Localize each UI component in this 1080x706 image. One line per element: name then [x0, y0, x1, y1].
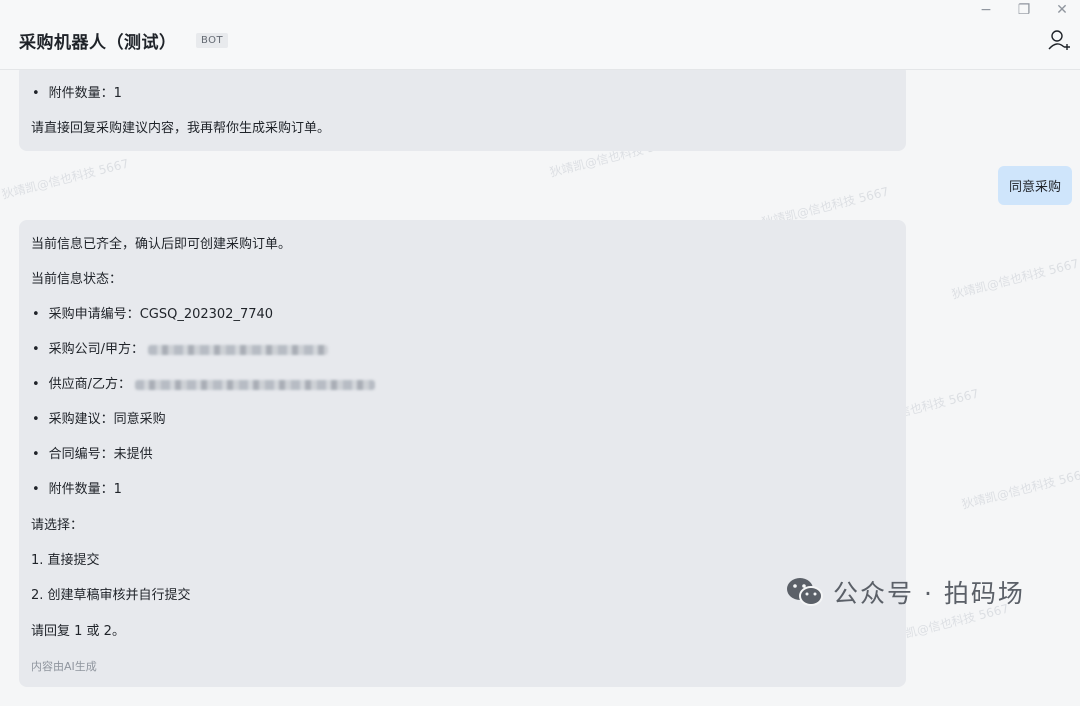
bot-message-bubble: 附件数量：1 请直接回复采购建议内容，我再帮你生成采购订单。 — [19, 70, 906, 151]
option-submit: 1. 直接提交 — [31, 553, 100, 568]
info-complete-text: 当前信息已齐全，确认后即可创建采购订单。 — [31, 237, 292, 252]
supplier-line: 供应商/乙方： — [31, 373, 376, 392]
request-number-value: CGSQ_202302_7740 — [139, 307, 274, 322]
wechat-account-name: 公众号 · 拍码场 — [833, 579, 1025, 608]
reply-instruction: 请回复 1 或 2。 — [31, 624, 125, 639]
buyer-label: 采购公司/甲方： — [48, 342, 145, 357]
option-draft: 2. 创建草稿审核并自行提交 — [31, 588, 191, 603]
advice-line: 采购建议：同意采购 — [31, 408, 166, 427]
watermark: 狄靖凯@信也科技 5667 — [960, 466, 1080, 512]
attachment-count-line: 附件数量：1 — [31, 478, 122, 497]
request-number-line: 采购申请编号：CGSQ_202302_7740 — [31, 303, 273, 322]
buyer-line: 采购公司/甲方： — [31, 338, 329, 357]
message-list[interactable]: 狄靖凯@信也科技 5667 狄靖凯@信也科技 5667 狄靖凯@信也科技 566… — [0, 70, 1080, 706]
status-heading: 当前信息状态： — [31, 272, 123, 287]
restore-icon[interactable]: ❐ — [1016, 2, 1032, 18]
wechat-watermark: 公众号 · 拍码场 — [785, 574, 1025, 610]
chat-title: 采购机器人（测试） — [19, 33, 177, 53]
contract-line: 合同编号：未提供 — [31, 443, 153, 462]
reply-prompt: 请直接回复采购建议内容，我再帮你生成采购订单。 — [31, 121, 331, 136]
bot-message-bubble: 当前信息已齐全，确认后即可创建采购订单。 当前信息状态： 采购申请编号：CGSQ… — [19, 220, 906, 687]
watermark: 狄靖凯@信也科技 5667 — [950, 256, 1080, 302]
supplier-label: 供应商/乙方： — [48, 377, 132, 392]
window-controls: − ❐ ✕ — [978, 2, 1070, 18]
watermark: 狄靖凯@信也科技 5667 — [0, 156, 131, 202]
request-number-label: 采购申请编号： — [48, 307, 140, 322]
redacted-supplier — [135, 379, 376, 390]
add-member-icon[interactable] — [1046, 28, 1072, 54]
user-message-bubble: 同意采购 — [997, 166, 1072, 205]
redacted-buyer — [148, 344, 329, 355]
chat-header: 采购机器人（测试） BOT — [0, 0, 1080, 70]
minimize-icon[interactable]: − — [978, 2, 994, 18]
attachment-count-line: 附件数量：1 — [31, 82, 122, 101]
close-icon[interactable]: ✕ — [1054, 2, 1070, 18]
bot-badge: BOT — [196, 33, 229, 48]
wechat-icon — [787, 578, 823, 606]
choose-heading: 请选择： — [31, 518, 84, 533]
ai-generated-note: 内容由AI生成 — [31, 660, 97, 673]
